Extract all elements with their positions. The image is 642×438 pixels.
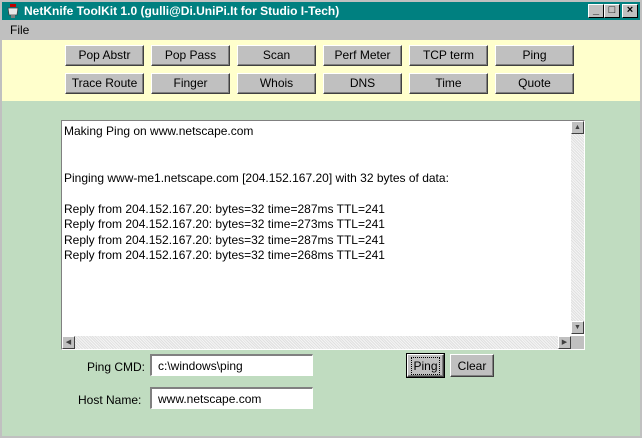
clear-button[interactable]: Clear [450, 354, 494, 377]
close-button[interactable]: × [622, 4, 638, 18]
minimize-button[interactable]: _ [588, 4, 604, 18]
output-text: Making Ping on www.netscape.com Pinging … [64, 124, 569, 336]
time-button[interactable]: Time [409, 73, 488, 94]
host-name-label: Host Name: [78, 393, 142, 407]
menu-file[interactable]: File [10, 23, 29, 37]
output-line: Pinging www-me1.netscape.com [204.152.16… [64, 170, 449, 185]
tool-toolbar: Pop Abstr Pop Pass Scan Perf Meter TCP t… [2, 40, 640, 101]
tcp-term-button[interactable]: TCP term [409, 45, 488, 66]
ping-panel: Making Ping on www.netscape.com Pinging … [2, 101, 640, 436]
scroll-down-icon[interactable]: ▼ [571, 321, 584, 334]
maximize-button[interactable]: □ [604, 4, 620, 18]
scroll-corner [571, 336, 584, 349]
scroll-up-icon[interactable]: ▲ [571, 121, 584, 134]
host-name-input[interactable] [150, 387, 313, 409]
perf-meter-button[interactable]: Perf Meter [323, 45, 402, 66]
quote-button[interactable]: Quote [495, 73, 574, 94]
output-line: Making Ping on www.netscape.com [64, 124, 254, 138]
trace-route-button[interactable]: Trace Route [65, 73, 144, 94]
window-title: NetKnife ToolKit 1.0 (gulli@Di.UniPi.It … [24, 4, 340, 18]
output-line: Reply from 204.152.167.20: bytes=32 time… [64, 232, 385, 247]
ping-button-label: Ping [411, 356, 440, 375]
vertical-scrollbar[interactable]: ▲ ▼ [571, 121, 584, 334]
dns-button[interactable]: DNS [323, 73, 402, 94]
finger-button[interactable]: Finger [151, 73, 230, 94]
menu-bar: File [2, 21, 640, 39]
scan-button[interactable]: Scan [237, 45, 316, 66]
ping-tool-button[interactable]: Ping [495, 45, 574, 66]
title-bar[interactable]: NetKnife ToolKit 1.0 (gulli@Di.UniPi.It … [2, 2, 640, 20]
output-textarea[interactable]: Making Ping on www.netscape.com Pinging … [61, 120, 585, 350]
horizontal-scrollbar[interactable]: ◀ ▶ [62, 336, 571, 349]
app-icon [7, 4, 19, 18]
output-line: Reply from 204.152.167.20: bytes=32 time… [64, 201, 385, 216]
pop-pass-button[interactable]: Pop Pass [151, 45, 230, 66]
scroll-right-icon[interactable]: ▶ [558, 336, 571, 349]
app-window: NetKnife ToolKit 1.0 (gulli@Di.UniPi.It … [0, 0, 642, 438]
output-line: Reply from 204.152.167.20: bytes=32 time… [64, 248, 385, 262]
ping-cmd-label: Ping CMD: [87, 360, 146, 374]
pop-abstr-button[interactable]: Pop Abstr [65, 45, 144, 66]
scroll-left-icon[interactable]: ◀ [62, 336, 75, 349]
whois-button[interactable]: Whois [237, 73, 316, 94]
ping-button[interactable]: Ping [406, 353, 445, 378]
output-line: Reply from 204.152.167.20: bytes=32 time… [64, 217, 385, 231]
ping-cmd-input[interactable] [150, 354, 313, 376]
